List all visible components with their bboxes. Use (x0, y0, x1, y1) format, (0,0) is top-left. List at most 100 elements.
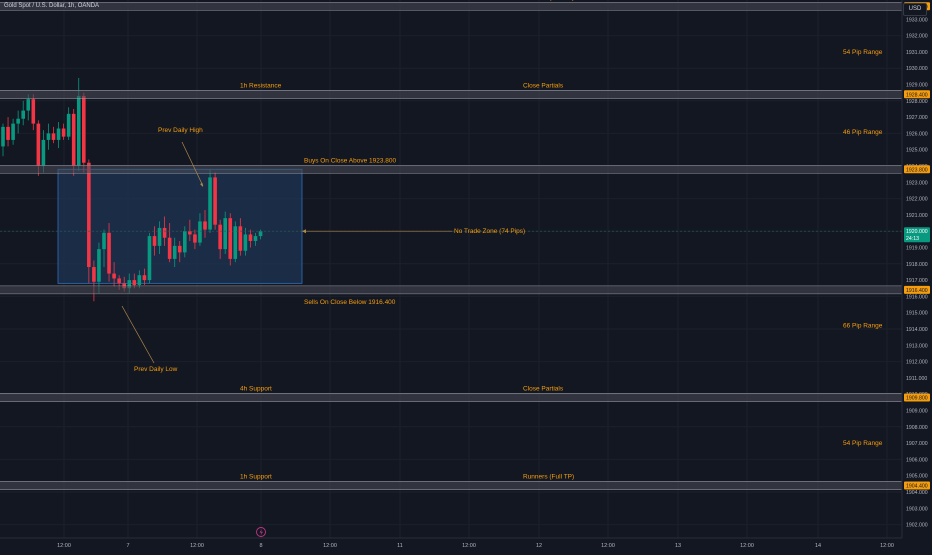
time-tick-label: 7 (126, 543, 129, 549)
candle-body[interactable] (157, 227, 162, 246)
chart-stage[interactable]: 4h Resistance Runners (Full TP) 1h Resista… (0, 0, 932, 550)
candle-body[interactable] (102, 232, 106, 250)
candle-body[interactable] (46, 133, 51, 140)
candle-body[interactable] (228, 218, 233, 259)
candle-body[interactable] (162, 227, 167, 238)
candle-body[interactable] (238, 226, 243, 251)
candle-body[interactable] (82, 95, 86, 163)
price-tick-label: 1919.000 (906, 245, 928, 251)
level-band[interactable] (0, 285, 902, 294)
candle-body[interactable] (71, 113, 76, 166)
price-tick-label: 1906.000 (906, 457, 928, 463)
level-left-label: 1h Resistance (240, 82, 282, 89)
candle-body[interactable] (208, 177, 212, 230)
candle-body[interactable] (87, 162, 91, 268)
candle-body[interactable] (243, 234, 248, 251)
prev-daily-high-label: Prev Daily High (158, 127, 203, 134)
candle-body[interactable] (41, 139, 46, 166)
time-tick-label: 12:00 (740, 543, 754, 549)
candle-body[interactable] (1, 126, 5, 147)
candle-body[interactable] (223, 218, 227, 250)
candle-body[interactable] (16, 118, 20, 124)
candle-body[interactable] (203, 221, 207, 230)
candle-body[interactable] (61, 128, 66, 137)
price-tick-label: 1933.000 (906, 17, 928, 23)
no-trade-zone-label: No Trade Zone (74 Pips) (454, 228, 525, 235)
time-tick-label: 12 (536, 543, 542, 549)
candle-body[interactable] (92, 267, 96, 282)
level-left-label: 4h Resistance (240, 0, 282, 1)
candle-body[interactable] (258, 231, 263, 237)
level-band[interactable] (0, 90, 902, 99)
level-left-label: 4h Support (240, 385, 272, 392)
level-band[interactable] (0, 393, 902, 402)
candle-body[interactable] (31, 99, 36, 124)
price-tick-label: 1928.000 (906, 99, 928, 105)
time-tick-label: 11 (397, 543, 403, 549)
level-price-tag-text: 1904.400 (906, 483, 928, 489)
candle-body[interactable] (152, 236, 157, 246)
price-tick-label: 1930.000 (906, 66, 928, 72)
pip-range-label: 66 Pip Range (843, 323, 883, 330)
symbol-title: Gold Spot / U.S. Dollar, 1h, OANDA (4, 3, 100, 9)
level-right-label: Runners (Full TP) (523, 0, 574, 1)
candle-body[interactable] (142, 275, 147, 281)
level-band[interactable] (0, 481, 902, 490)
candle-body[interactable] (21, 110, 25, 119)
no-trade-zone-box[interactable] (57, 168, 303, 284)
candle-body[interactable] (11, 123, 15, 140)
time-tick-label: 12:00 (462, 543, 476, 549)
candle-body[interactable] (6, 126, 10, 140)
price-tick-label: 1926.000 (906, 131, 928, 137)
candle-body[interactable] (76, 95, 81, 166)
candle-body[interactable] (66, 113, 71, 137)
level-left-label: 1h Support (240, 473, 272, 480)
pip-range-label: 54 Pip Range (843, 49, 883, 56)
candle-body[interactable] (213, 177, 217, 225)
candle-body[interactable] (193, 234, 197, 243)
candle-body[interactable] (218, 224, 222, 250)
price-tick-label: 1915.000 (906, 311, 928, 317)
level-price-tag-text: 1916.400 (906, 288, 928, 294)
price-tick-label: 1918.000 (906, 262, 928, 268)
price-tick-label: 1929.000 (906, 82, 928, 88)
candle-body[interactable] (137, 275, 142, 285)
price-tick-label: 1902.000 (906, 523, 928, 529)
level-price-tag-text: 1928.400 (906, 92, 928, 98)
pip-range-label: 54 Pip Range (843, 440, 883, 447)
candle-body[interactable] (188, 231, 192, 235)
price-tick-label: 1923.000 (906, 180, 928, 186)
candle-body[interactable] (117, 278, 121, 284)
level-price-tag-text: 1923.800 (906, 167, 928, 173)
candle-body[interactable] (97, 249, 101, 282)
time-tick-label: 12:00 (880, 543, 894, 549)
pip-range-label: 46 Pip Range (843, 129, 883, 136)
candle-body[interactable] (26, 99, 31, 111)
price-tick-label: 1931.000 (906, 50, 928, 56)
price-tick-label: 1913.000 (906, 343, 928, 349)
candle-body[interactable] (147, 236, 152, 281)
price-tick-label: 1908.000 (906, 425, 928, 431)
candle-body[interactable] (198, 221, 202, 243)
level-right-label: Runners (Full TP) (523, 473, 574, 480)
candle-body[interactable] (177, 245, 182, 253)
candle-body[interactable] (36, 123, 41, 166)
time-tick-label: 13 (675, 543, 681, 549)
candle-body[interactable] (183, 231, 187, 253)
candle-body[interactable] (172, 245, 177, 259)
candle-body[interactable] (56, 128, 61, 140)
currency-button[interactable]: USD (903, 3, 927, 16)
candle-body[interactable] (112, 273, 116, 279)
level-band[interactable] (0, 2, 902, 11)
candlestick-chart[interactable]: 4h Resistance Runners (Full TP) 1h Resista… (0, 0, 932, 550)
candle-body[interactable] (167, 237, 172, 259)
candle-body[interactable] (132, 280, 137, 285)
candle-body[interactable] (248, 234, 253, 241)
candle-body[interactable] (253, 236, 258, 241)
level-band[interactable] (0, 165, 902, 174)
level-price-tag-text: 1909.800 (906, 395, 928, 401)
candle-body[interactable] (107, 232, 111, 274)
price-tick-label: 1909.000 (906, 408, 928, 414)
candle-body[interactable] (51, 133, 56, 140)
time-tick-label: 12:00 (190, 543, 204, 549)
